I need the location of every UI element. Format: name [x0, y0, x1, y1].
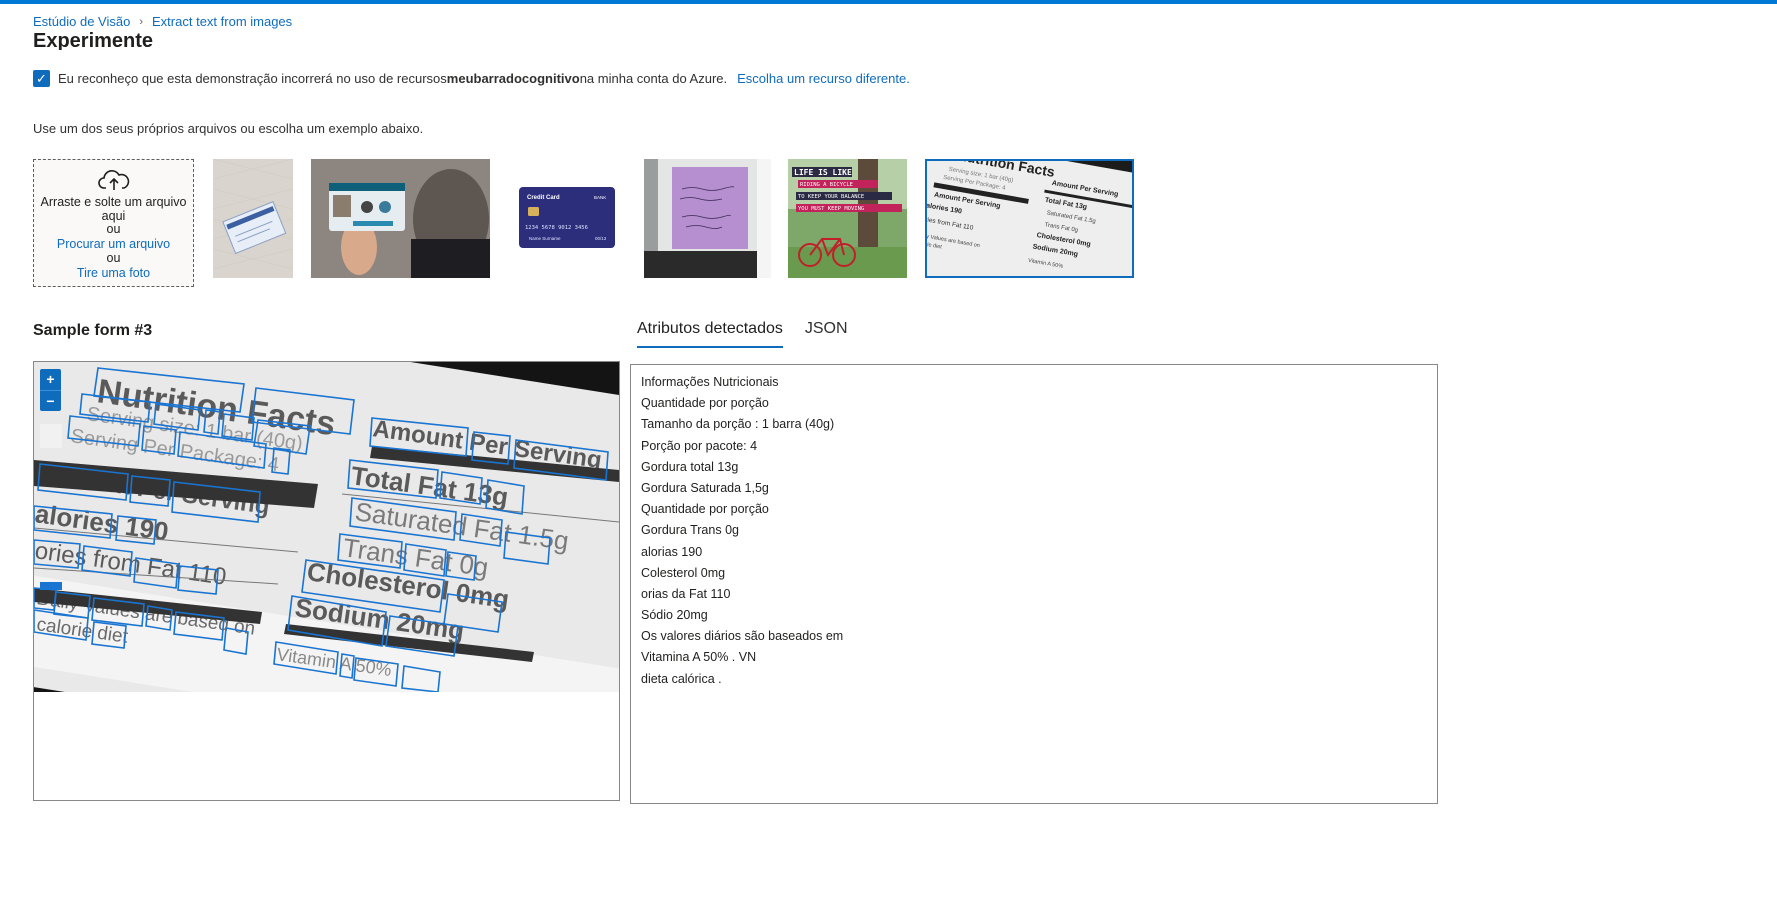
- nutrition-facts-image: Nutrition Facts Serving size: 1 bar (40g…: [34, 362, 619, 692]
- social-security-card-image: [213, 159, 293, 278]
- poster-line-2: RIDING A BICYCLE: [800, 182, 853, 188]
- identity-card-image: [311, 159, 490, 278]
- page-heading: Experimente: [33, 30, 154, 50]
- resource-name: meubarradocognitivo: [446, 71, 580, 86]
- credit-card-number: 1234 5678 9012 3456: [525, 225, 588, 231]
- detected-line: Informações Nutricionais: [641, 375, 779, 389]
- credit-card-image: Credit Card BANK 1234 5678 9012 3456 Nam…: [509, 159, 624, 278]
- acknowledgement-text-before: Eu reconheço que esta demonstração incor…: [58, 71, 447, 86]
- sample-thumbnail-social-security-card[interactable]: [213, 159, 293, 278]
- detected-attributes-panel: Informações Nutricionais Quantidade por …: [630, 364, 1438, 804]
- dropzone-text: Arraste e solte um arquivo: [40, 195, 187, 209]
- browse-file-link[interactable]: Procurar um arquivo: [34, 237, 193, 252]
- detected-line: Quantidade por porção: [641, 502, 769, 517]
- detected-line: Colesterol 0mg: [641, 565, 726, 580]
- bicycle-poster-image: LIFE IS LIKE RIDING A BICYCLE TO KEEP YO…: [788, 159, 907, 278]
- file-dropzone[interactable]: Arraste e solte um arquivo aqui ou Procu…: [33, 159, 194, 287]
- change-resource-link[interactable]: Escolha um recurso diferente.: [737, 71, 910, 86]
- sample-hint-text: Use um dos seus próprios arquivos ou esc…: [33, 121, 424, 136]
- results-tabs: Atributos detectados JSON: [637, 320, 848, 348]
- sample-thumbnail-credit-card[interactable]: Credit Card BANK 1234 5678 9012 3456 Nam…: [509, 159, 624, 278]
- acknowledgement-text-after: na minha conta do Azure.: [579, 71, 728, 86]
- sample-thumbnail-bicycle-poster[interactable]: LIFE IS LIKE RIDING A BICYCLE TO KEEP YO…: [788, 159, 907, 278]
- sample-form-title: Sample form #3: [33, 322, 153, 339]
- sample-thumbnail-handwritten-note[interactable]: [644, 159, 771, 278]
- detected-line: Vitamina A 50% . VN: [641, 650, 757, 665]
- dropzone-or-2: ou: [106, 251, 121, 265]
- poster-line-4: YOU MUST KEEP MOVING: [798, 206, 864, 212]
- credit-card-holder: Name Surname: [529, 236, 561, 241]
- sample-thumbnail-nutrition-facts[interactable]: Nutrition Facts Amount Per Serving Total…: [925, 159, 1134, 278]
- detected-line: Porção por pacote: 4: [641, 438, 758, 453]
- handwritten-note-image: [644, 159, 771, 278]
- dropzone-text-2: aqui: [101, 208, 126, 223]
- detected-line: dieta calórica .: [641, 671, 722, 686]
- breadcrumb-current-link[interactable]: Extract text from images: [152, 14, 292, 29]
- detected-line: Gordura total 13g: [641, 459, 739, 474]
- cloud-upload-icon: [97, 170, 129, 190]
- detected-line: Quantidade por porção: [641, 396, 769, 411]
- detected-line: Sódio 20mg: [641, 608, 708, 623]
- credit-card-title: Credit Card: [527, 195, 560, 201]
- detected-line: orias da Fat 110: [641, 586, 731, 601]
- credit-card-expiry: 00/13: [595, 236, 607, 241]
- acknowledgement-checkbox[interactable]: ✓: [33, 70, 50, 87]
- acknowledgement-row: ✓ Eu reconheço que esta demonstração inc…: [33, 70, 910, 87]
- tab-json[interactable]: JSON: [805, 320, 848, 348]
- nutrition-facts-thumbnail-image: Nutrition Facts Amount Per Serving Total…: [927, 161, 1132, 276]
- detected-line: Os valores diários são baseados em: [641, 629, 844, 644]
- image-viewer[interactable]: Nutrition Facts Serving size: 1 bar (40g…: [33, 361, 620, 801]
- dropzone-or: ou: [106, 222, 121, 236]
- detected-line: Gordura Trans 0g: [641, 523, 739, 538]
- zoom-in-button[interactable]: +: [40, 369, 61, 391]
- poster-line-3: TO KEEP YOUR BALANCE: [798, 194, 864, 200]
- top-accent-bar: [0, 0, 1777, 4]
- detected-line: Gordura Saturada 1,5g: [641, 480, 769, 495]
- zoom-controls: + −: [40, 369, 61, 411]
- detected-line: Tamanho da porção : 1 barra (40g): [641, 417, 835, 432]
- detected-line: alorias 190: [641, 544, 703, 559]
- sample-thumbnail-identity-card[interactable]: [311, 159, 490, 278]
- poster-line-1: LIFE IS LIKE: [794, 168, 852, 177]
- take-photo-link[interactable]: Tire uma foto: [34, 266, 193, 281]
- tab-detected-attributes[interactable]: Atributos detectados: [637, 320, 783, 348]
- zoom-out-button[interactable]: −: [40, 391, 61, 412]
- credit-card-bank: BANK: [594, 195, 606, 200]
